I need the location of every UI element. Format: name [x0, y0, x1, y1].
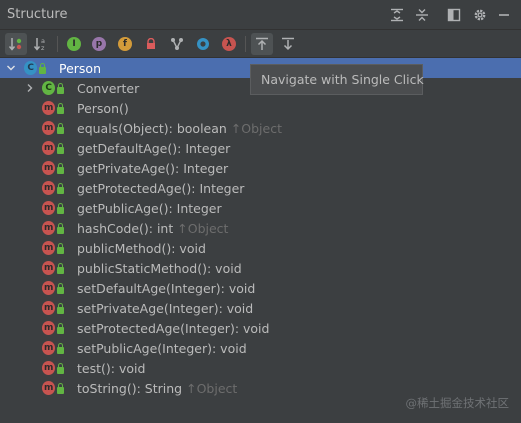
method-icon: m [42, 318, 64, 338]
tree-node-label: equals(Object): boolean ↑Object [77, 120, 282, 136]
autoscroll-from-source-icon[interactable] [277, 33, 299, 55]
show-fields-icon[interactable]: f [114, 33, 136, 55]
tree-row-method[interactable]: m setDefaultAge(Integer): void [0, 278, 521, 298]
tree-row-method[interactable]: m test(): void [0, 358, 521, 378]
sort-alphabetically-icon[interactable]: a z [30, 33, 52, 55]
tree-node-label: getPrivateAge(): Integer [77, 160, 229, 176]
tree-node-label: Person [59, 60, 102, 76]
method-icon: m [42, 338, 64, 358]
tool-window-title: Structure [7, 7, 68, 22]
show-lambdas-icon[interactable]: λ [218, 33, 240, 55]
method-icon: m [42, 378, 64, 398]
watermark: @稀土掘金技术社区 [405, 396, 510, 410]
method-icon: m [42, 358, 64, 378]
toolbar-separator [57, 36, 58, 52]
gear-icon[interactable] [472, 7, 488, 23]
tree-node-label: hashCode(): int ↑Object [77, 220, 229, 236]
tree-node-label: Converter [77, 80, 140, 96]
svg-text:z: z [41, 44, 45, 52]
show-inherited-icon[interactable]: I [63, 33, 85, 55]
tree-row-method[interactable]: m setProtectedAge(Integer): void [0, 318, 521, 338]
method-icon: m [42, 138, 64, 158]
method-icon: m [42, 178, 64, 198]
tree-node-label: getPublicAge(): Integer [77, 200, 222, 216]
tree-row-method[interactable]: m publicStaticMethod(): void [0, 258, 521, 278]
show-non-public-icon[interactable] [140, 33, 162, 55]
tree-node-label: toString(): String ↑Object [77, 380, 238, 396]
inner-class-icon: C [42, 78, 64, 98]
sort-by-visibility-icon[interactable] [5, 33, 27, 55]
method-icon: m [42, 278, 64, 298]
method-icon: m [42, 118, 64, 138]
tree-row-method[interactable]: m equals(Object): boolean ↑Object [0, 118, 521, 138]
method-icon: m [42, 198, 64, 218]
tree-row-method[interactable]: m Person() [0, 98, 521, 118]
method-icon: m [42, 298, 64, 318]
minimize-icon[interactable] [496, 7, 512, 23]
tree-node-label: setPrivateAge(Integer): void [77, 300, 254, 316]
tree-node-label: test(): void [77, 360, 146, 376]
tree-node-label: setDefaultAge(Integer): void [77, 280, 256, 296]
tree-row-method[interactable]: m getDefaultAge(): Integer [0, 138, 521, 158]
inherited-from: ↑Object [230, 120, 282, 136]
tree-row-method[interactable]: m getPublicAge(): Integer [0, 198, 521, 218]
navigate-single-click-icon[interactable] [251, 33, 273, 55]
tree-node-label: getProtectedAge(): Integer [77, 180, 245, 196]
tree-node-label: Person() [77, 100, 129, 116]
tree-node-label: setProtectedAge(Integer): void [77, 320, 270, 336]
tree-row-method[interactable]: m setPublicAge(Integer): void [0, 338, 521, 358]
tree-row-method[interactable]: m setPrivateAge(Integer): void [0, 298, 521, 318]
tree-row-method[interactable]: m getProtectedAge(): Integer [0, 178, 521, 198]
tree-row-method[interactable]: m hashCode(): int ↑Object [0, 218, 521, 238]
tool-window-header: Structure [0, 0, 521, 30]
show-properties-icon[interactable]: p [88, 33, 110, 55]
collapse-all-icon[interactable] [414, 7, 430, 23]
tree-node-label: publicMethod(): void [77, 240, 206, 256]
method-icon: m [42, 238, 64, 258]
method-icon: m [42, 218, 64, 238]
method-icon: m [42, 98, 64, 118]
layout-icon[interactable] [446, 7, 462, 23]
tree-node-label: getDefaultAge(): Integer [77, 140, 231, 156]
inherited-from: ↑Object [177, 220, 229, 236]
structure-toolbar: a z I p f λ [0, 30, 521, 58]
chevron-down-icon[interactable] [5, 58, 17, 78]
inherited-from: ↑Object [186, 380, 238, 396]
tree-node-label: publicStaticMethod(): void [77, 260, 242, 276]
tree-row-method[interactable]: m publicMethod(): void [0, 238, 521, 258]
tooltip: Navigate with Single Click [250, 64, 424, 95]
toolbar-separator [245, 36, 246, 52]
class-icon: C [24, 58, 46, 78]
method-icon: m [42, 158, 64, 178]
static-method-icon: m [42, 258, 64, 278]
expand-all-icon[interactable] [389, 7, 405, 23]
chevron-right-icon[interactable] [24, 78, 36, 98]
show-lambdas-circle-icon[interactable] [192, 33, 214, 55]
tree-row-method[interactable]: m getPrivateAge(): Integer [0, 158, 521, 178]
tree-node-label: setPublicAge(Integer): void [77, 340, 247, 356]
show-anonymous-classes-icon[interactable] [166, 33, 188, 55]
